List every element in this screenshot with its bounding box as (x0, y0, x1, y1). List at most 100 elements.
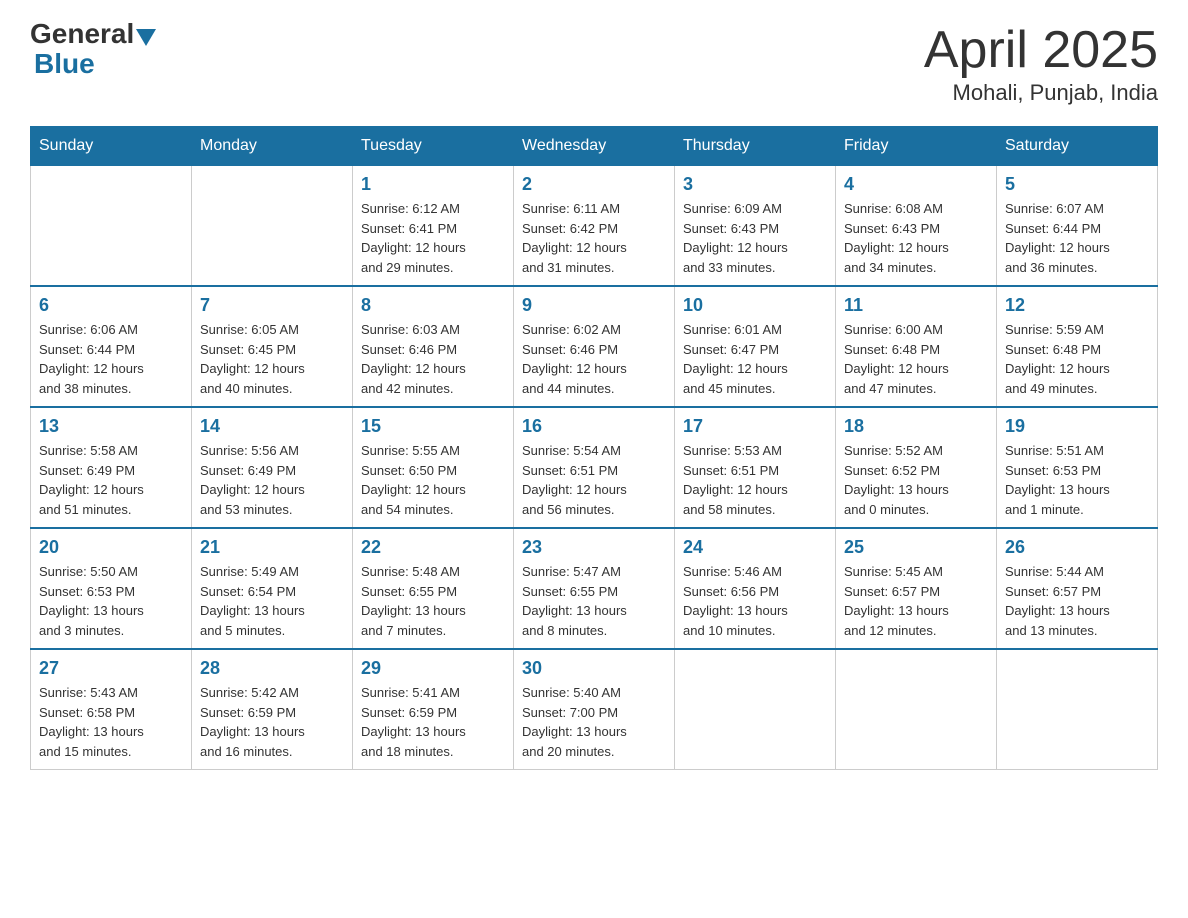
day-info: Sunrise: 5:41 AM Sunset: 6:59 PM Dayligh… (361, 683, 505, 761)
day-number: 15 (361, 416, 505, 437)
calendar-cell: 19 Sunrise: 5:51 AM Sunset: 6:53 PM Dayli… (997, 407, 1158, 528)
logo-blue-text: Blue (34, 48, 95, 79)
logo-general-text: General (30, 20, 134, 48)
day-number: 25 (844, 537, 988, 558)
weekday-header-tuesday: Tuesday (353, 127, 514, 166)
day-info: Sunrise: 6:05 AM Sunset: 6:45 PM Dayligh… (200, 320, 344, 398)
calendar-cell: 24 Sunrise: 5:46 AM Sunset: 6:56 PM Dayli… (675, 528, 836, 649)
calendar-cell: 26 Sunrise: 5:44 AM Sunset: 6:57 PM Dayli… (997, 528, 1158, 649)
day-number: 19 (1005, 416, 1149, 437)
day-info: Sunrise: 5:45 AM Sunset: 6:57 PM Dayligh… (844, 562, 988, 640)
weekday-header-thursday: Thursday (675, 127, 836, 166)
day-info: Sunrise: 5:51 AM Sunset: 6:53 PM Dayligh… (1005, 441, 1149, 519)
weekday-header-wednesday: Wednesday (514, 127, 675, 166)
day-info: Sunrise: 6:07 AM Sunset: 6:44 PM Dayligh… (1005, 199, 1149, 277)
day-number: 29 (361, 658, 505, 679)
calendar-cell: 13 Sunrise: 5:58 AM Sunset: 6:49 PM Dayli… (31, 407, 192, 528)
day-number: 10 (683, 295, 827, 316)
day-number: 5 (1005, 174, 1149, 195)
calendar-cell (192, 166, 353, 287)
day-info: Sunrise: 6:00 AM Sunset: 6:48 PM Dayligh… (844, 320, 988, 398)
calendar-cell (836, 649, 997, 770)
calendar-cell (31, 166, 192, 287)
day-number: 30 (522, 658, 666, 679)
day-number: 14 (200, 416, 344, 437)
calendar-table: SundayMondayTuesdayWednesdayThursdayFrid… (30, 126, 1158, 770)
calendar-cell: 18Sunrise: 5:52 AM Sunset: 6:52 PM Dayli… (836, 407, 997, 528)
day-info: Sunrise: 5:52 AM Sunset: 6:52 PM Dayligh… (844, 441, 988, 519)
calendar-cell: 23 Sunrise: 5:47 AM Sunset: 6:55 PM Dayli… (514, 528, 675, 649)
day-info: Sunrise: 6:12 AM Sunset: 6:41 PM Dayligh… (361, 199, 505, 277)
calendar-cell: 14Sunrise: 5:56 AM Sunset: 6:49 PM Dayli… (192, 407, 353, 528)
logo-arrow-icon (136, 29, 156, 46)
calendar-cell: 11 Sunrise: 6:00 AM Sunset: 6:48 PM Dayli… (836, 286, 997, 407)
calendar-week-row: 6Sunrise: 6:06 AM Sunset: 6:44 PM Daylig… (31, 286, 1158, 407)
day-number: 22 (361, 537, 505, 558)
day-info: Sunrise: 5:50 AM Sunset: 6:53 PM Dayligh… (39, 562, 183, 640)
day-number: 6 (39, 295, 183, 316)
day-number: 21 (200, 537, 344, 558)
weekday-header-sunday: Sunday (31, 127, 192, 166)
day-info: Sunrise: 5:49 AM Sunset: 6:54 PM Dayligh… (200, 562, 344, 640)
calendar-cell (997, 649, 1158, 770)
calendar-cell: 29 Sunrise: 5:41 AM Sunset: 6:59 PM Dayli… (353, 649, 514, 770)
day-number: 27 (39, 658, 183, 679)
day-number: 7 (200, 295, 344, 316)
calendar-cell: 21 Sunrise: 5:49 AM Sunset: 6:54 PM Dayli… (192, 528, 353, 649)
logo: General Blue (30, 20, 158, 80)
calendar-cell: 9Sunrise: 6:02 AM Sunset: 6:46 PM Daylig… (514, 286, 675, 407)
weekday-header-monday: Monday (192, 127, 353, 166)
weekday-header-saturday: Saturday (997, 127, 1158, 166)
month-year-title: April 2025 (924, 20, 1158, 80)
day-number: 11 (844, 295, 988, 316)
day-info: Sunrise: 5:44 AM Sunset: 6:57 PM Dayligh… (1005, 562, 1149, 640)
day-info: Sunrise: 5:54 AM Sunset: 6:51 PM Dayligh… (522, 441, 666, 519)
day-number: 9 (522, 295, 666, 316)
day-number: 8 (361, 295, 505, 316)
day-info: Sunrise: 6:01 AM Sunset: 6:47 PM Dayligh… (683, 320, 827, 398)
day-number: 26 (1005, 537, 1149, 558)
calendar-cell: 6Sunrise: 6:06 AM Sunset: 6:44 PM Daylig… (31, 286, 192, 407)
calendar-cell: 20 Sunrise: 5:50 AM Sunset: 6:53 PM Dayli… (31, 528, 192, 649)
weekday-header-row: SundayMondayTuesdayWednesdayThursdayFrid… (31, 127, 1158, 166)
calendar-cell: 8 Sunrise: 6:03 AM Sunset: 6:46 PM Daylig… (353, 286, 514, 407)
day-number: 28 (200, 658, 344, 679)
day-number: 24 (683, 537, 827, 558)
day-number: 13 (39, 416, 183, 437)
calendar-cell: 28 Sunrise: 5:42 AM Sunset: 6:59 PM Dayli… (192, 649, 353, 770)
day-number: 1 (361, 174, 505, 195)
calendar-week-row: 27 Sunrise: 5:43 AM Sunset: 6:58 PM Dayli… (31, 649, 1158, 770)
calendar-cell: 30Sunrise: 5:40 AM Sunset: 7:00 PM Dayli… (514, 649, 675, 770)
day-number: 20 (39, 537, 183, 558)
day-info: Sunrise: 5:43 AM Sunset: 6:58 PM Dayligh… (39, 683, 183, 761)
calendar-cell: 16 Sunrise: 5:54 AM Sunset: 6:51 PM Dayli… (514, 407, 675, 528)
calendar-cell: 22 Sunrise: 5:48 AM Sunset: 6:55 PM Dayli… (353, 528, 514, 649)
calendar-cell: 15Sunrise: 5:55 AM Sunset: 6:50 PM Dayli… (353, 407, 514, 528)
day-number: 4 (844, 174, 988, 195)
calendar-cell: 17Sunrise: 5:53 AM Sunset: 6:51 PM Dayli… (675, 407, 836, 528)
day-number: 23 (522, 537, 666, 558)
day-info: Sunrise: 6:08 AM Sunset: 6:43 PM Dayligh… (844, 199, 988, 277)
day-info: Sunrise: 5:53 AM Sunset: 6:51 PM Dayligh… (683, 441, 827, 519)
day-info: Sunrise: 5:58 AM Sunset: 6:49 PM Dayligh… (39, 441, 183, 519)
day-number: 16 (522, 416, 666, 437)
day-info: Sunrise: 6:09 AM Sunset: 6:43 PM Dayligh… (683, 199, 827, 277)
calendar-week-row: 13 Sunrise: 5:58 AM Sunset: 6:49 PM Dayli… (31, 407, 1158, 528)
day-info: Sunrise: 5:48 AM Sunset: 6:55 PM Dayligh… (361, 562, 505, 640)
weekday-header-friday: Friday (836, 127, 997, 166)
calendar-cell: 5 Sunrise: 6:07 AM Sunset: 6:44 PM Daylig… (997, 166, 1158, 287)
day-info: Sunrise: 5:42 AM Sunset: 6:59 PM Dayligh… (200, 683, 344, 761)
calendar-cell: 3Sunrise: 6:09 AM Sunset: 6:43 PM Daylig… (675, 166, 836, 287)
calendar-cell: 4 Sunrise: 6:08 AM Sunset: 6:43 PM Daylig… (836, 166, 997, 287)
calendar-cell: 27 Sunrise: 5:43 AM Sunset: 6:58 PM Dayli… (31, 649, 192, 770)
day-info: Sunrise: 6:03 AM Sunset: 6:46 PM Dayligh… (361, 320, 505, 398)
day-info: Sunrise: 5:46 AM Sunset: 6:56 PM Dayligh… (683, 562, 827, 640)
calendar-cell: 2Sunrise: 6:11 AM Sunset: 6:42 PM Daylig… (514, 166, 675, 287)
day-info: Sunrise: 5:47 AM Sunset: 6:55 PM Dayligh… (522, 562, 666, 640)
calendar-cell (675, 649, 836, 770)
day-info: Sunrise: 6:11 AM Sunset: 6:42 PM Dayligh… (522, 199, 666, 277)
calendar-cell: 7 Sunrise: 6:05 AM Sunset: 6:45 PM Daylig… (192, 286, 353, 407)
title-section: April 2025 Mohali, Punjab, India (924, 20, 1158, 106)
calendar-cell: 10 Sunrise: 6:01 AM Sunset: 6:47 PM Dayli… (675, 286, 836, 407)
day-number: 12 (1005, 295, 1149, 316)
